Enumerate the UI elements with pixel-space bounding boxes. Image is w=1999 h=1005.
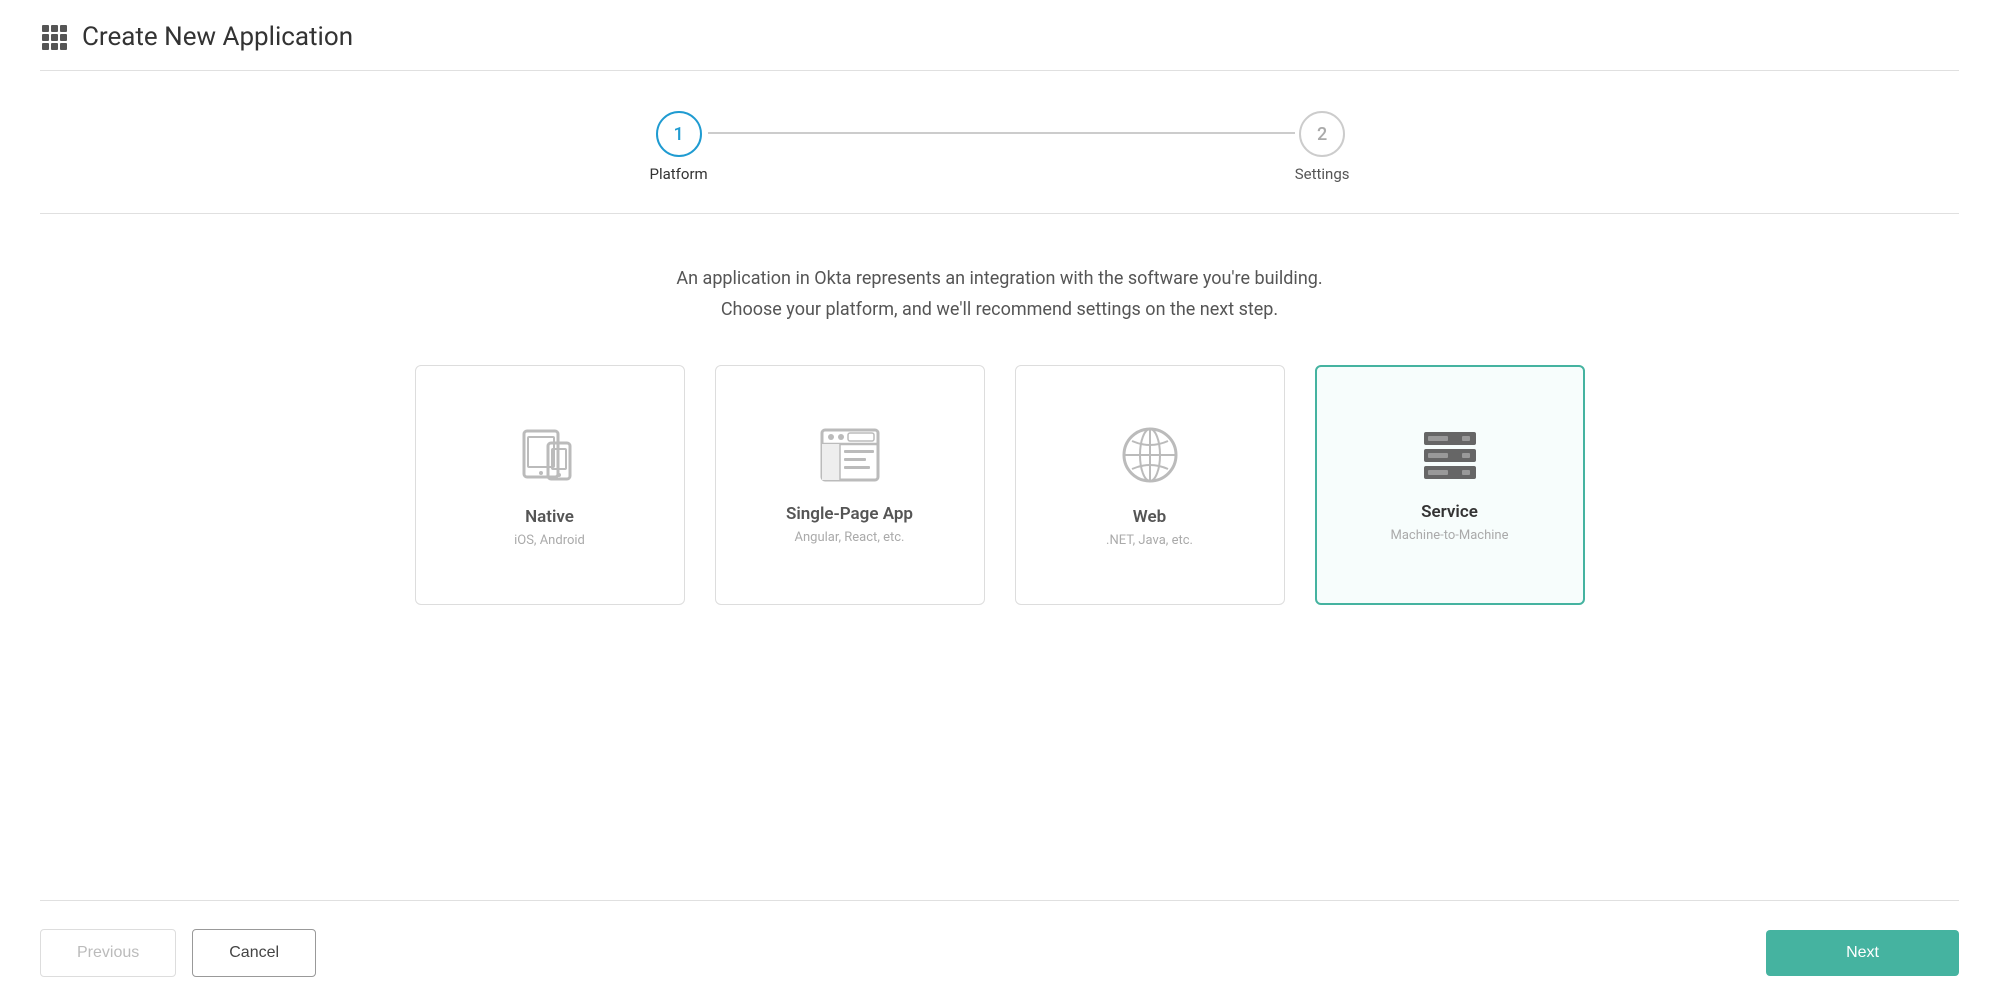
description: An application in Okta represents an int…: [0, 214, 1999, 365]
app-grid-icon: [40, 23, 68, 51]
description-line2: Choose your platform, and we'll recommen…: [20, 295, 1979, 326]
previous-button[interactable]: Previous: [40, 929, 176, 977]
step-1-circle: 1: [656, 111, 702, 157]
step-2-label: Settings: [1295, 165, 1350, 183]
next-button[interactable]: Next: [1766, 930, 1959, 976]
web-subtitle: .NET, Java, etc.: [1106, 533, 1193, 548]
description-line1: An application in Okta represents an int…: [20, 264, 1979, 295]
spa-card[interactable]: Single-Page App Angular, React, etc.: [715, 365, 985, 605]
spa-icon: [818, 426, 882, 484]
step-connector: [708, 132, 1295, 134]
stepper: 1 Platform 2 Settings: [0, 71, 1999, 213]
step-2-settings: 2 Settings: [1295, 111, 1350, 183]
service-icon: [1418, 428, 1482, 482]
web-icon: [1118, 423, 1182, 487]
web-title: Web: [1133, 507, 1166, 527]
spa-title: Single-Page App: [786, 504, 913, 524]
native-title: Native: [525, 507, 574, 527]
platform-cards: Native iOS, Android: [0, 365, 1999, 645]
service-subtitle: Machine-to-Machine: [1391, 528, 1509, 543]
native-subtitle: iOS, Android: [514, 533, 585, 548]
service-title: Service: [1421, 502, 1478, 522]
step-2-circle: 2: [1299, 111, 1345, 157]
service-card[interactable]: Service Machine-to-Machine: [1315, 365, 1585, 605]
footer: Previous Cancel Next: [0, 900, 1999, 1005]
page-title: Create New Application: [82, 22, 353, 52]
step-1-platform: 1 Platform: [650, 111, 708, 183]
cancel-button[interactable]: Cancel: [192, 929, 316, 977]
page-container: Create New Application 1 Platform 2 Sett…: [0, 0, 1999, 1005]
footer-buttons: Previous Cancel Next: [0, 901, 1999, 1005]
native-card[interactable]: Native iOS, Android: [415, 365, 685, 605]
footer-left: Previous Cancel: [40, 929, 316, 977]
web-card[interactable]: Web .NET, Java, etc.: [1015, 365, 1285, 605]
stepper-inner: 1 Platform 2 Settings: [650, 111, 1350, 183]
spa-subtitle: Angular, React, etc.: [795, 530, 905, 545]
header: Create New Application: [0, 0, 1999, 70]
step-1-label: Platform: [650, 165, 708, 183]
native-icon: [518, 423, 582, 487]
